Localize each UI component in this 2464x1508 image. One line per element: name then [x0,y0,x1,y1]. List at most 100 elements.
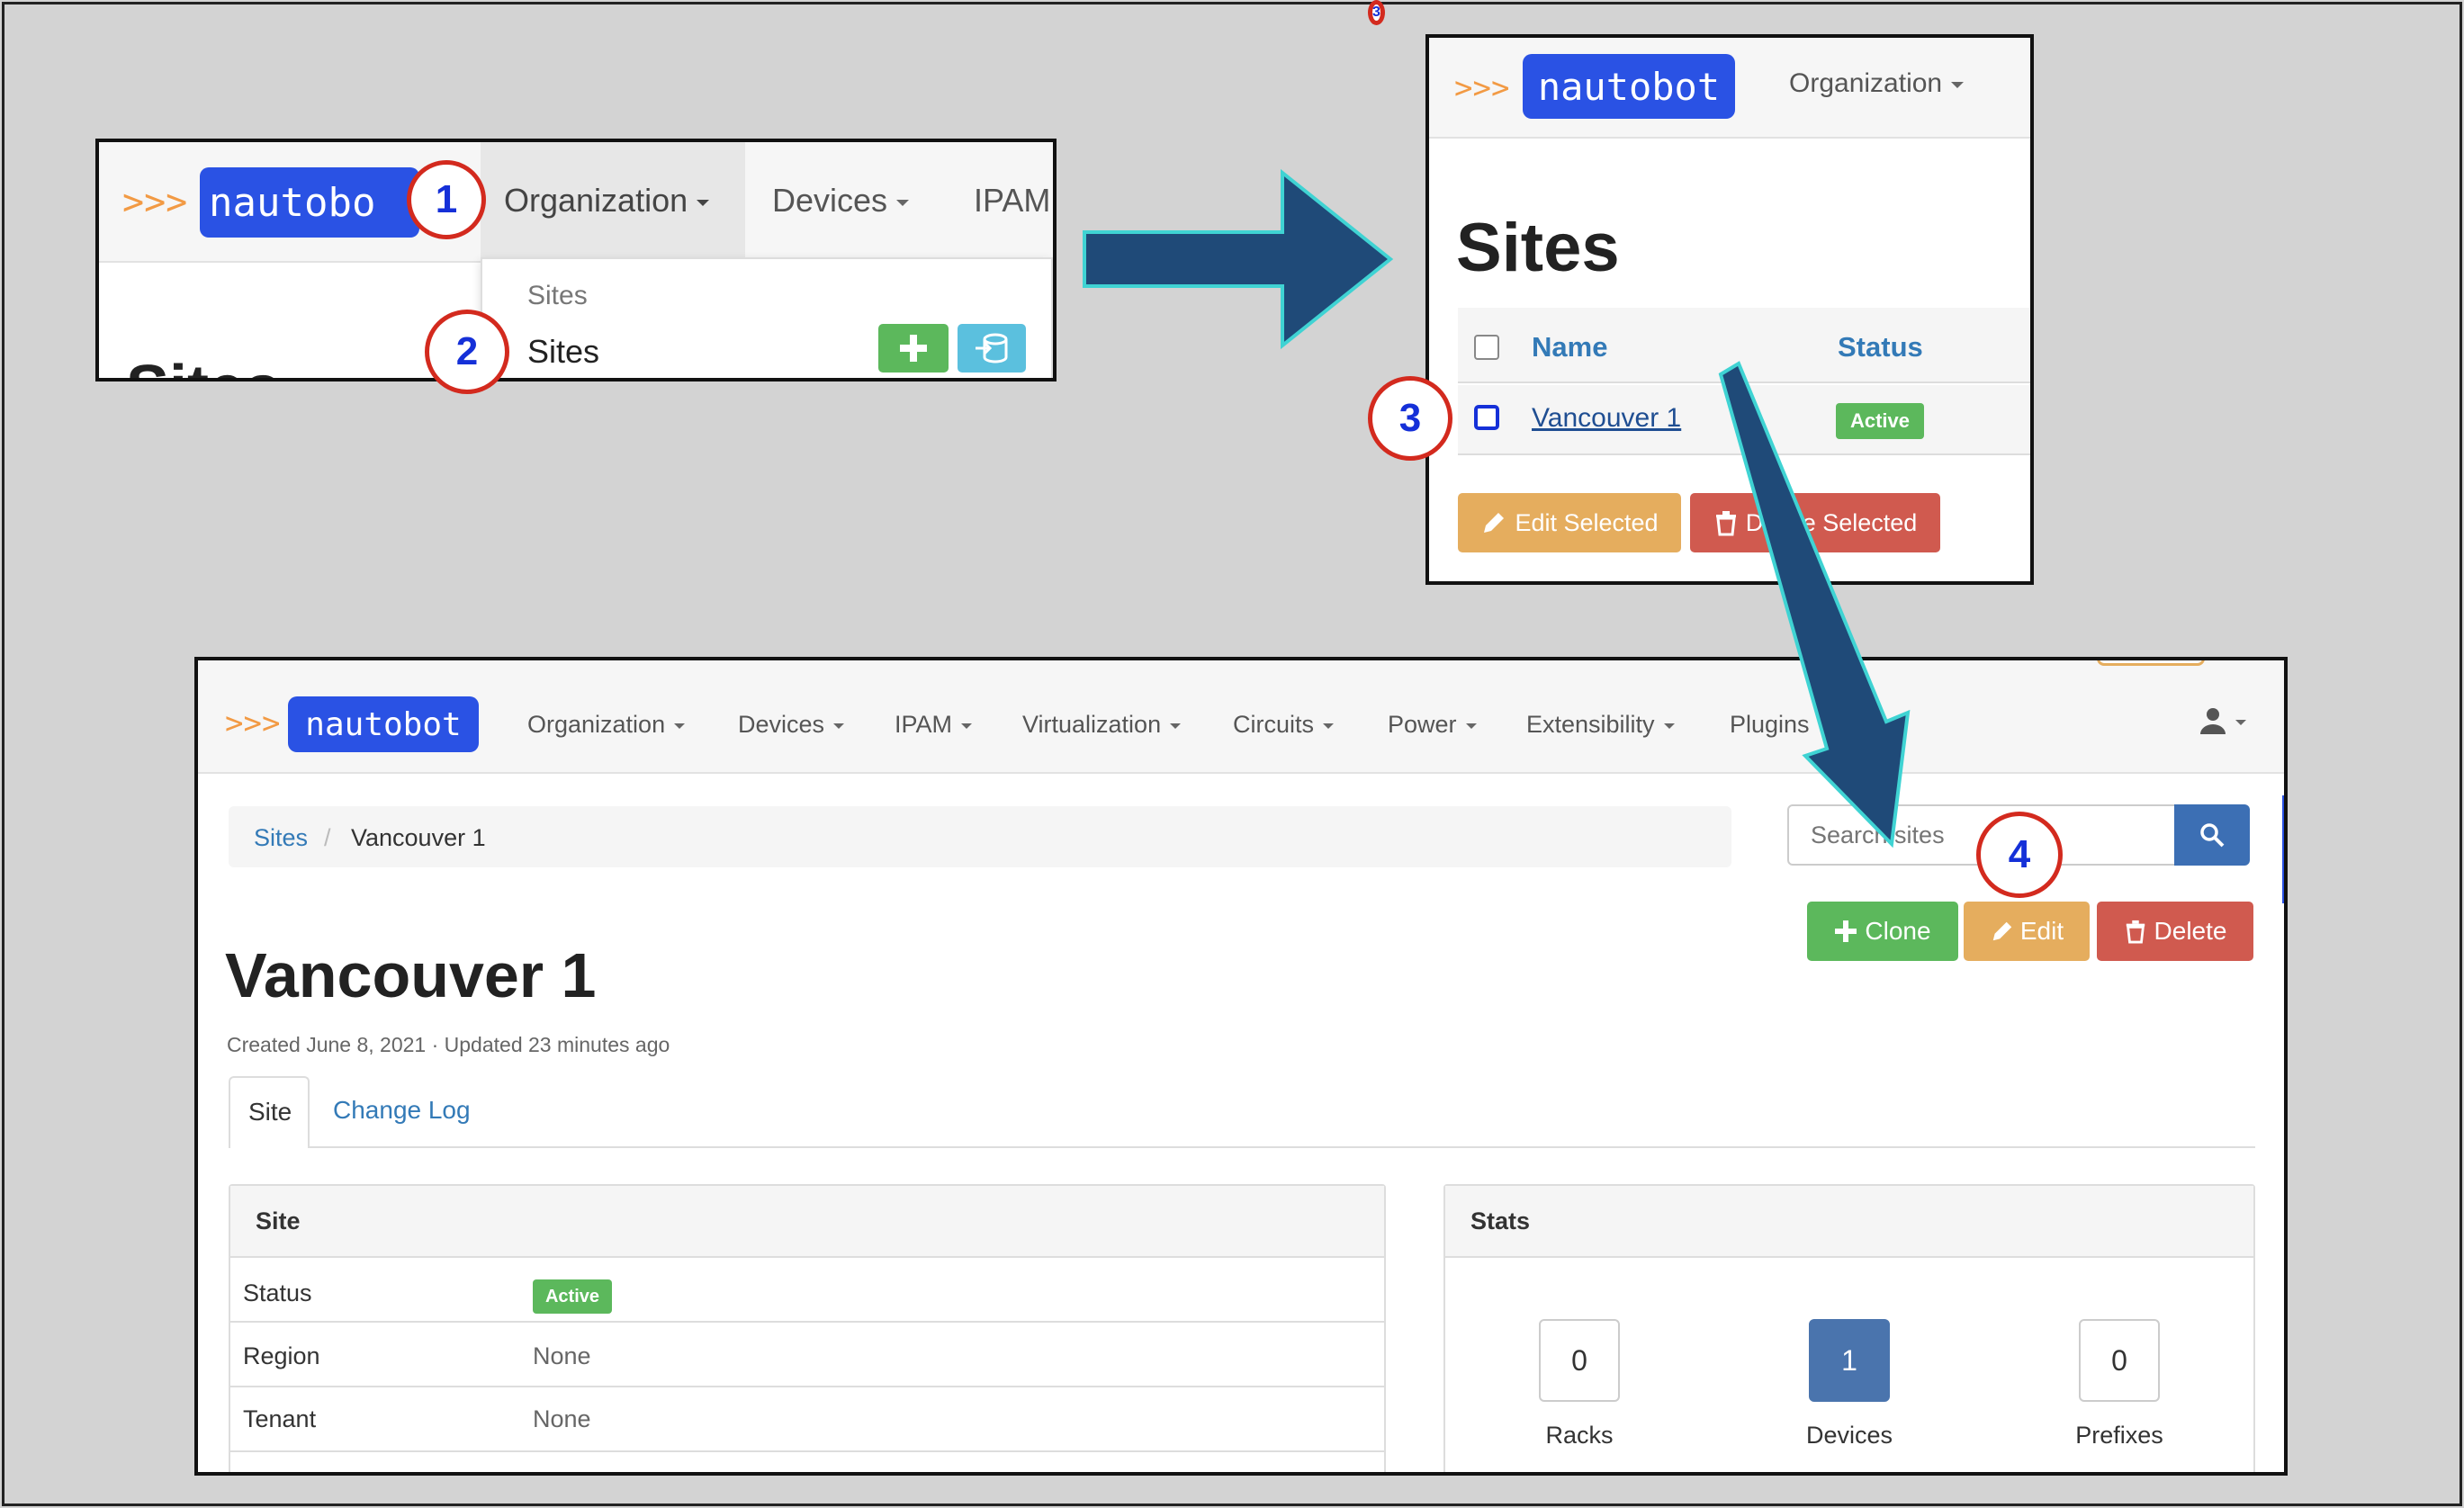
user-menu[interactable] [2198,705,2261,741]
site-panel: Site Status Active Region None Tenant No… [229,1184,1386,1472]
delete-button[interactable]: Delete [2097,902,2253,961]
select-all-checkbox[interactable] [1474,335,1499,360]
row-divider [230,1450,1384,1452]
logo-chevrons: >>> [1454,70,1510,106]
import-sites-button[interactable] [958,324,1026,373]
row-divider [230,1386,1384,1387]
stat-racks-label: Racks [1545,1422,1614,1449]
stats-panel-heading [1445,1186,2253,1258]
breadcrumb-separator: / [324,824,331,851]
pencil-icon [1484,513,1505,533]
step-4-callout: 4 [1976,812,2063,898]
organization-dropdown: Sites Sites [481,257,1053,378]
delete-label: Delete [2154,917,2227,945]
row-divider [230,1321,1384,1323]
row-value-tenant: None [533,1405,591,1432]
site-panel-heading [230,1186,1384,1258]
stats-panel: Stats 0 Racks 1 Devices 0 Prefixes [1443,1184,2255,1472]
chevron-down-icon [1663,723,1675,729]
stat-devices-label: Devices [1805,1422,1893,1449]
step-3-callout: 3 [1368,376,1452,461]
plus-icon [900,335,927,362]
chevron-down-icon [833,723,845,729]
logo-text: nautobo [209,179,376,226]
column-name[interactable]: Name [1532,331,1607,364]
search-button[interactable] [2174,804,2250,866]
chevron-down-icon [674,723,686,729]
nautobot-logo[interactable]: nautobo [200,167,419,238]
nautobot-logo[interactable]: nautobot [288,696,479,752]
nautobot-logo[interactable]: nautobot [1523,54,1735,119]
right-edge-marker [2282,795,2284,903]
edit-button[interactable]: Edit [1964,902,2090,961]
trash-icon [2126,920,2145,944]
user-icon [2200,708,2226,734]
stat-prefixes-label: Prefixes [2075,1422,2163,1449]
row-value-region: None [533,1342,591,1369]
page-title-partial: Sites [126,356,281,378]
tabs-divider [310,1146,2255,1148]
nav-organization[interactable]: Organization [527,711,686,739]
step-2-callout: 2 [425,310,509,394]
nav-ipam[interactable]: IPAM [974,182,1050,220]
chevron-down-icon [1951,81,1965,88]
panel-step-navigation: >>> nautobo Organization Devices IPAM Si… [95,139,1057,381]
nav-virtualization[interactable]: Virtualization [1022,711,1182,739]
nav-extensibility[interactable]: Extensibility [1526,711,1675,739]
tab-site-label: Site [248,1098,292,1126]
page-title: Vancouver 1 [225,940,597,1010]
nav-label: Organization [527,711,666,738]
step-1-callout: 1 [407,160,486,239]
edit-selected-label: Edit Selected [1515,508,1659,536]
stat-prefixes-count[interactable]: 0 [2079,1319,2160,1402]
breadcrumb-sites[interactable]: Sites [254,824,308,852]
site-link-vancouver[interactable]: Vancouver 1 [1532,403,1681,434]
tab-changelog[interactable]: Change Log [333,1096,471,1125]
created-updated-meta: Created June 8, 2021 · Updated 23 minute… [227,1033,670,1056]
page-title: Sites [1456,210,1620,286]
row-label-status: Status [243,1279,312,1306]
row-label-tenant: Tenant [243,1405,317,1432]
add-site-button[interactable] [878,324,949,373]
nav-label: Power [1388,711,1457,738]
import-icon [976,333,1008,364]
stat-racks-count[interactable]: 0 [1539,1319,1620,1402]
row-checkbox[interactable] [1474,405,1499,430]
clone-button[interactable]: Clone [1807,902,1958,961]
arrow-down-icon [1718,361,1911,848]
edit-selected-button[interactable]: Edit Selected [1458,493,1681,552]
tab-site[interactable]: Site [229,1076,310,1148]
dropdown-item-sites[interactable]: Sites [527,333,599,371]
logo-chevrons: >>> [122,182,188,223]
pencil-icon [1992,921,2012,941]
nav-ipam[interactable]: IPAM [895,711,973,739]
nav-label: Circuits [1233,711,1315,738]
plus-icon [1835,920,1857,942]
arrow-right-icon [1083,168,1394,350]
chevron-down-icon [1465,723,1477,729]
nav-devices[interactable]: Devices [738,711,845,739]
column-status[interactable]: Status [1838,331,1923,364]
clone-label: Clone [1865,917,1931,945]
chevron-down-icon [697,199,710,206]
stats-panel-title: Stats [1470,1207,1531,1234]
nav-circuits[interactable]: Circuits [1233,711,1335,739]
chevron-down-icon [2235,720,2247,725]
top-bar-accent [2097,660,2205,666]
stat-devices-count[interactable]: 1 [1809,1319,1890,1402]
logo-text: nautobot [1537,64,1721,109]
nav-organization[interactable]: Organization [504,182,710,220]
logo-text: nautobot [305,705,462,743]
chevron-down-icon [1170,723,1182,729]
nav-organization[interactable]: Organization [1789,68,1965,99]
nav-devices[interactable]: Devices [772,182,910,220]
step-3-callout: 3 [1368,0,1385,25]
nav-power[interactable]: Power [1388,711,1477,739]
search-icon [2200,823,2225,848]
row-label-region: Region [243,1342,320,1369]
breadcrumb-current: Vancouver 1 [351,824,486,851]
nav-organization-label: Organization [504,182,688,219]
chevron-down-icon [1323,723,1335,729]
nav-label: Devices [738,711,825,738]
logo-chevrons: >>> [225,705,281,741]
